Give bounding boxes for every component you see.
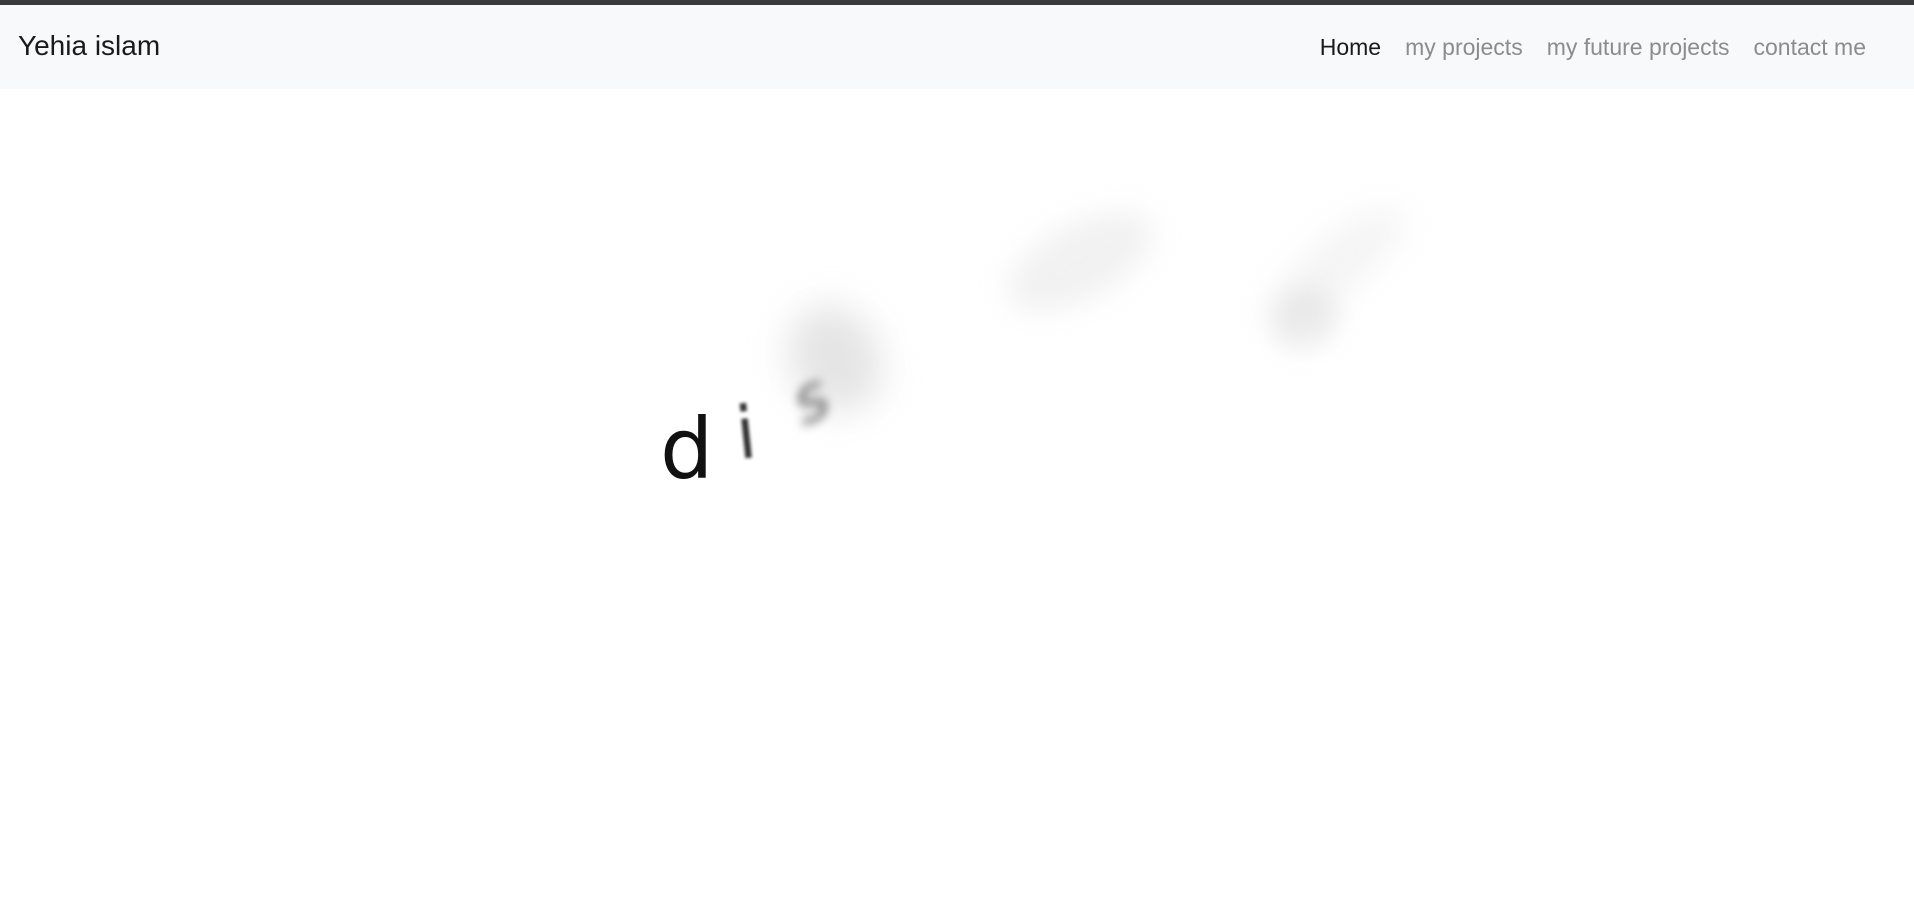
animated-hero-text: d i s bbox=[0, 89, 1914, 904]
nav-link-my-future-projects[interactable]: my future projects bbox=[1535, 36, 1742, 59]
hero-letter-d: d bbox=[660, 400, 714, 498]
blurred-letter-ghost bbox=[770, 290, 900, 428]
hero-letter-i: i bbox=[731, 390, 761, 476]
nav-link-my-projects[interactable]: my projects bbox=[1393, 36, 1535, 59]
nav-link-contact-me[interactable]: contact me bbox=[1742, 36, 1879, 59]
navbar: Yehia islam Home my projects my future p… bbox=[0, 5, 1914, 89]
nav-links: Home my projects my future projects cont… bbox=[1308, 36, 1878, 59]
nav-link-home[interactable]: Home bbox=[1308, 36, 1393, 59]
brand-link[interactable]: Yehia islam bbox=[18, 32, 160, 60]
blurred-letter-ghost bbox=[991, 190, 1169, 333]
